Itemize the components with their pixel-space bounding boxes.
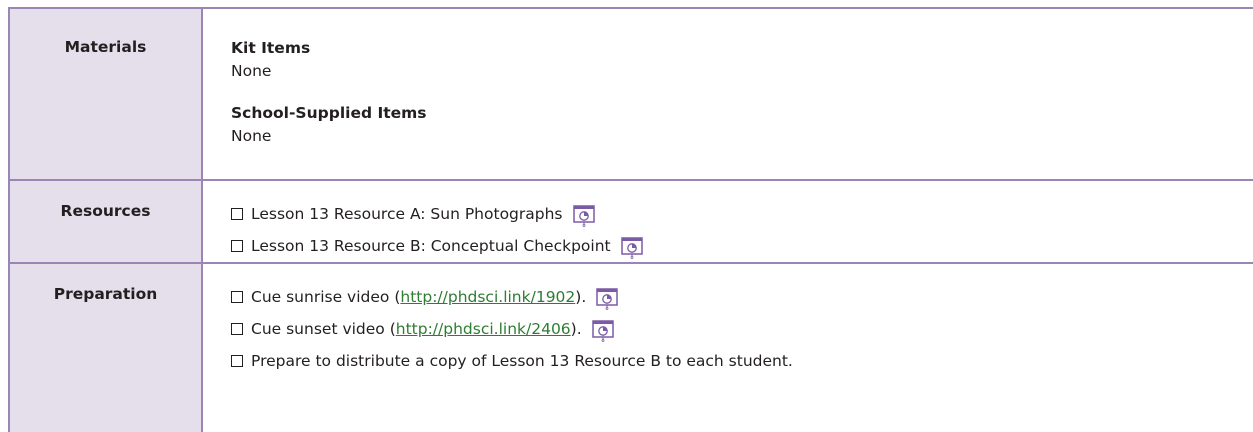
preparation-item-distribute: Prepare to distribute a copy of Lesson 1… <box>231 345 1253 377</box>
checkbox-icon[interactable] <box>231 355 243 367</box>
preparation-item-prefix: Cue sunrise video ( <box>251 288 401 306</box>
preparation-content-cell: Cue sunrise video (http://phdsci.link/19… <box>201 262 1253 432</box>
projector-icon <box>591 320 614 342</box>
checkbox-icon[interactable] <box>231 291 243 303</box>
projector-icon <box>572 205 595 227</box>
checkbox-icon[interactable] <box>231 323 243 335</box>
preparation-item-prefix: Cue sunset video ( <box>251 320 396 338</box>
resources-label: Resources <box>60 202 151 220</box>
preparation-item-text: Prepare to distribute a copy of Lesson 1… <box>251 352 793 370</box>
preparation-label-cell: Preparation <box>8 262 203 432</box>
preparation-item-text: Cue sunrise video (http://phdsci.link/19… <box>251 288 586 306</box>
materials-row: Materials Kit Items None School-Supplied… <box>8 7 1253 181</box>
school-supplied-items-group: School-Supplied Items None <box>231 103 1253 146</box>
resource-item-b: Lesson 13 Resource B: Conceptual Checkpo… <box>231 230 1253 262</box>
preparation-label: Preparation <box>53 285 158 303</box>
preparation-row: Preparation Cue sunrise video (http://ph… <box>8 262 1253 432</box>
kit-items-group: Kit Items None <box>231 38 1253 81</box>
resource-item-text: Lesson 13 Resource A: Sun Photographs <box>251 205 563 223</box>
preparation-item-sunset: Cue sunset video (http://phdsci.link/240… <box>231 313 1253 345</box>
school-supplied-items-heading: School-Supplied Items <box>231 104 427 122</box>
resources-content-cell: Lesson 13 Resource A: Sun Photographs Le… <box>201 179 1253 264</box>
sunset-video-link[interactable]: http://phdsci.link/2406 <box>396 320 571 338</box>
school-supplied-items-value: None <box>231 127 272 145</box>
preparation-item-sunrise: Cue sunrise video (http://phdsci.link/19… <box>231 281 1253 313</box>
kit-items-value: None <box>231 62 272 80</box>
projector-icon <box>620 237 643 259</box>
checkbox-icon[interactable] <box>231 240 243 252</box>
materials-label: Materials <box>64 38 147 56</box>
projector-icon <box>596 288 619 310</box>
resource-item-text: Lesson 13 Resource B: Conceptual Checkpo… <box>251 237 611 255</box>
lesson-materials-panel: Materials Kit Items None School-Supplied… <box>8 7 1253 432</box>
kit-items-heading: Kit Items <box>231 39 311 57</box>
preparation-item-suffix: ). <box>575 288 587 306</box>
resources-row: Resources Lesson 13 Resource A: Sun Phot… <box>8 179 1253 264</box>
preparation-item-text: Cue sunset video (http://phdsci.link/240… <box>251 320 582 338</box>
resource-item-a: Lesson 13 Resource A: Sun Photographs <box>231 198 1253 230</box>
materials-label-cell: Materials <box>8 7 203 181</box>
resources-label-cell: Resources <box>8 179 203 264</box>
materials-table: Materials Kit Items None School-Supplied… <box>8 7 1253 432</box>
checkbox-icon[interactable] <box>231 208 243 220</box>
preparation-item-suffix: ). <box>570 320 582 338</box>
sunrise-video-link[interactable]: http://phdsci.link/1902 <box>400 288 575 306</box>
materials-content-cell: Kit Items None School-Supplied Items Non… <box>201 7 1253 181</box>
